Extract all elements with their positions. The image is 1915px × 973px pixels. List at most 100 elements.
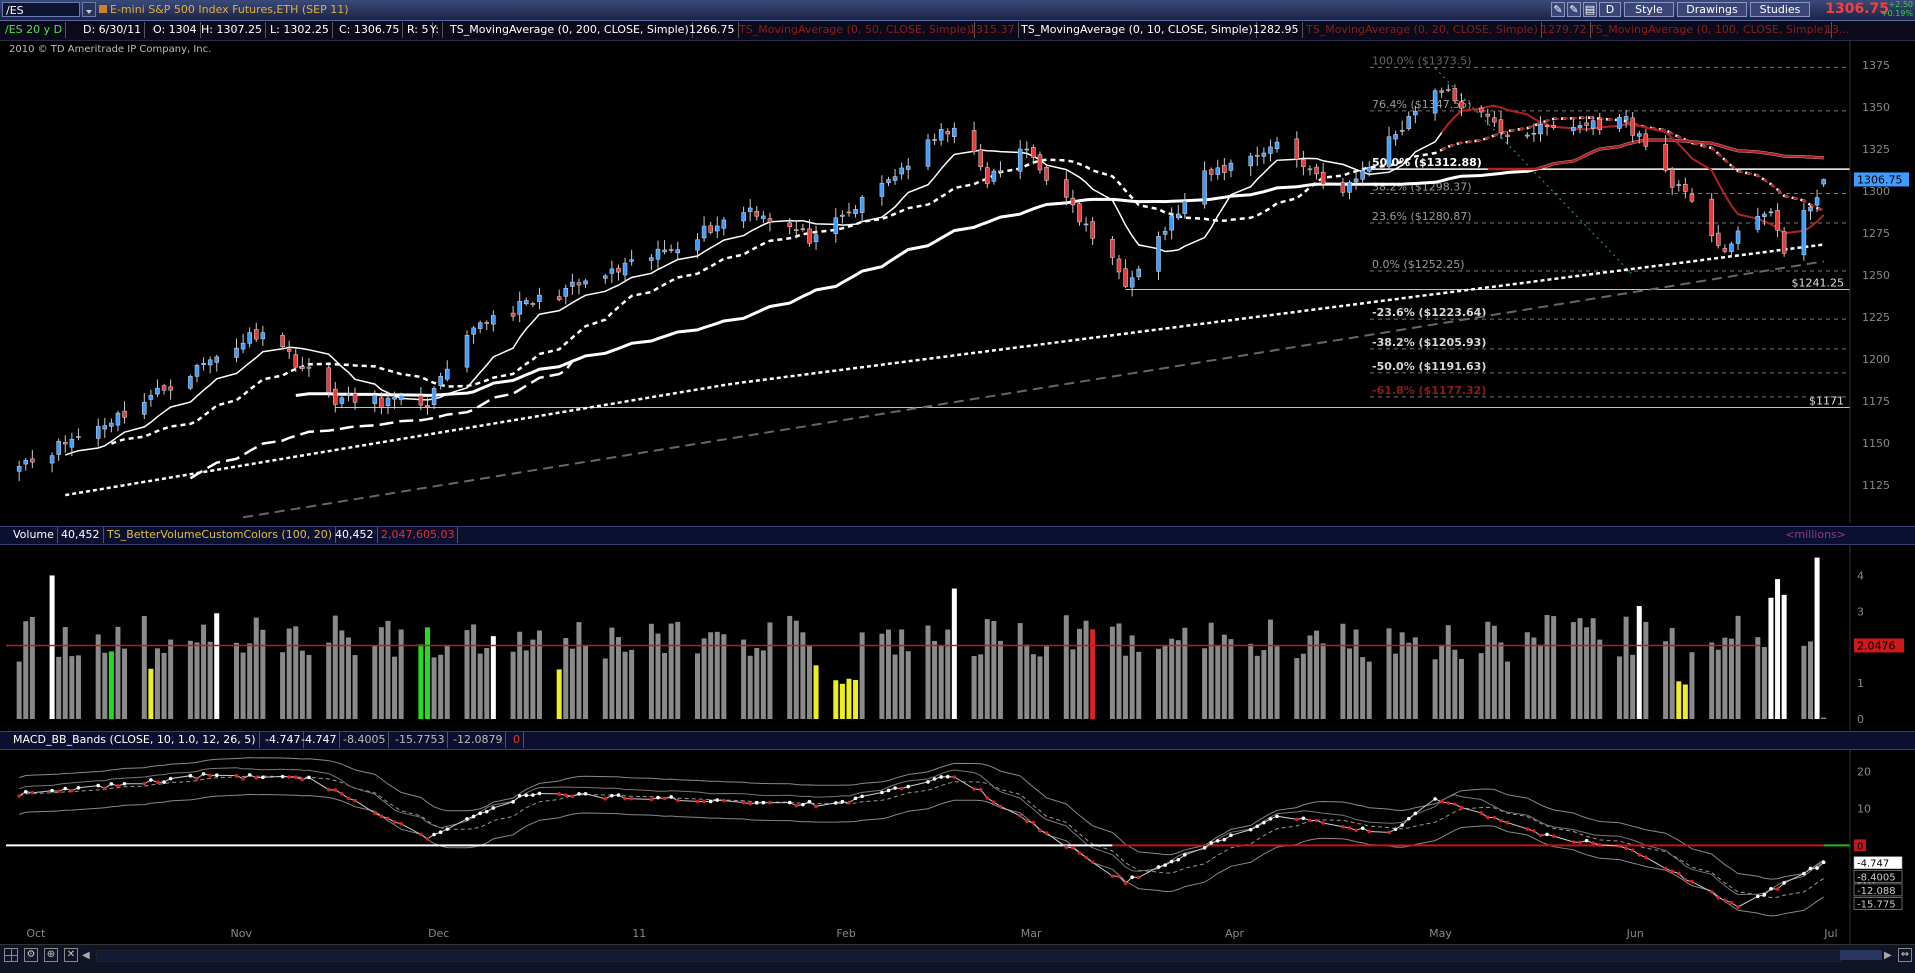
macd-dot xyxy=(1624,846,1628,851)
candle-body xyxy=(293,354,299,368)
toolbar-button-3[interactable]: ▤ xyxy=(1583,2,1597,17)
volume-bar xyxy=(1821,717,1827,719)
macd-dot xyxy=(1591,841,1595,845)
volume-bar xyxy=(1353,629,1359,719)
scroll-left-button[interactable]: ◀ xyxy=(82,950,92,961)
macd-dot xyxy=(1341,825,1345,829)
volume-chart[interactable]: 012342.0476 xyxy=(0,544,1915,730)
candle-body xyxy=(1735,230,1741,244)
cursor-icon[interactable]: ✕ xyxy=(64,948,78,962)
candle-body xyxy=(813,234,819,243)
volume-bar xyxy=(938,645,944,719)
volume-bar xyxy=(984,619,990,719)
volume-bar xyxy=(332,615,338,719)
ma20-label[interactable]: TS_MovingAverage (0, 20, CLOSE, Simple) xyxy=(1303,22,1542,38)
volume-bar xyxy=(339,630,345,719)
volume-bar xyxy=(240,652,246,719)
style-button[interactable]: Style xyxy=(1624,2,1674,17)
ma10-label[interactable]: TS_MovingAverage (0, 10, CLOSE, Simple) xyxy=(1018,22,1257,38)
volume-bar xyxy=(1254,655,1260,719)
candle-body xyxy=(1623,116,1629,121)
macd-dot xyxy=(1123,881,1128,885)
drawings-button[interactable]: Drawings xyxy=(1677,2,1747,17)
volume-bar xyxy=(602,658,608,719)
volume-bar xyxy=(991,620,997,719)
macd-chart[interactable]: -10010200-4.747-8.4005-12.088-15.775OctN… xyxy=(0,749,1915,944)
macd-dot xyxy=(1031,820,1036,825)
macd-dot xyxy=(1176,857,1181,862)
price-axis-tick: 1300 xyxy=(1862,185,1890,198)
candle-body xyxy=(1729,243,1734,252)
ma100-label[interactable]: TS_MovingAverage (0, 100, CLOSE, Simple) xyxy=(1586,22,1832,38)
macd-dot xyxy=(649,797,654,802)
volume-bar xyxy=(853,679,859,719)
macd-bb-inner xyxy=(19,767,1825,896)
volume-bar xyxy=(464,630,470,719)
macd-dot xyxy=(1169,859,1174,864)
macd-dot xyxy=(834,801,838,805)
scroll-right-button[interactable]: ▶ xyxy=(1884,950,1894,961)
expand-icon[interactable]: ⇔ xyxy=(1898,948,1912,962)
macd-value-badge: -15.775 xyxy=(1857,900,1896,911)
price-chart[interactable]: 100.0% ($1373.5)76.4% ($1347.55)50.0% ($… xyxy=(0,40,1915,523)
volume-bar xyxy=(1643,621,1649,719)
period-label[interactable]: /ES 20 y D xyxy=(2,22,67,38)
candle-body xyxy=(971,130,977,152)
volume-bar xyxy=(1689,652,1695,719)
candle-body xyxy=(148,395,154,400)
macd-dot xyxy=(807,799,812,804)
toolbar-button-1[interactable]: ✎ xyxy=(1551,2,1565,17)
candle-body xyxy=(609,268,615,274)
macd-dot xyxy=(326,787,331,792)
volume-bar xyxy=(1116,623,1122,719)
macd-dot xyxy=(754,800,759,805)
volume-bar xyxy=(1076,628,1082,719)
macd-dot xyxy=(1492,815,1497,820)
grid-icon[interactable] xyxy=(4,948,18,962)
macd-dot xyxy=(96,783,100,788)
candle-body xyxy=(1077,203,1082,223)
bar-y: Y: xyxy=(427,22,443,38)
toolbar-button-2[interactable]: ✎ xyxy=(1567,2,1581,17)
macd-dot xyxy=(1551,834,1556,838)
macd-dot xyxy=(1453,802,1457,806)
horizontal-scrollbar[interactable] xyxy=(96,950,1842,962)
symbol-input[interactable]: /ES xyxy=(2,2,80,17)
symbol-dropdown-button[interactable] xyxy=(82,2,96,17)
volume-study-label[interactable]: TS_BetterVolumeCustomColors (100, 20) xyxy=(104,527,337,543)
ma50-value: 1315.37 xyxy=(966,22,1019,38)
candle-body xyxy=(1136,268,1141,278)
symbol-description: E-mini S&P 500 Index Futures,ETH (SEP 11… xyxy=(110,3,349,16)
volume-bar xyxy=(721,634,727,719)
studies-button[interactable]: Studies xyxy=(1750,2,1810,17)
candle-body xyxy=(524,300,529,305)
volume-bar xyxy=(418,644,424,719)
candle-body xyxy=(240,342,246,350)
macd-dot xyxy=(801,802,805,807)
candle-body xyxy=(333,388,338,405)
period-button[interactable]: D xyxy=(1599,2,1621,17)
volume-bar xyxy=(95,634,101,719)
volume-bar xyxy=(29,616,35,719)
bar-date: D: 6/30/11 xyxy=(80,22,146,38)
macd-dot xyxy=(484,809,489,814)
macd-label[interactable]: MACD_BB_Bands (CLOSE, 10, 1.0, 12, 26, 5… xyxy=(10,732,260,748)
ma50-line xyxy=(295,138,1824,397)
macd-dot xyxy=(445,827,450,831)
volume-bar xyxy=(214,613,220,719)
candle-body xyxy=(668,249,674,251)
candle-body xyxy=(721,219,727,229)
settings-icon[interactable]: ⚙ xyxy=(24,948,38,962)
ma200-label[interactable]: TS_MovingAverage (0, 200, CLOSE, Simple) xyxy=(447,22,693,38)
zoom-icon[interactable]: ⊕ xyxy=(44,948,58,962)
volume-bar xyxy=(1090,629,1096,719)
candle-body xyxy=(1248,155,1253,167)
scrollbar-thumb[interactable] xyxy=(1840,950,1882,960)
macd-dot xyxy=(419,832,423,837)
candle-body xyxy=(1090,221,1095,239)
candle-body xyxy=(1577,125,1583,128)
candle-body xyxy=(510,312,516,317)
candle-body xyxy=(1775,210,1780,231)
macd-dot xyxy=(373,811,377,816)
ma50-label[interactable]: TS_MovingAverage (0, 50, CLOSE, Simple) xyxy=(736,22,975,38)
